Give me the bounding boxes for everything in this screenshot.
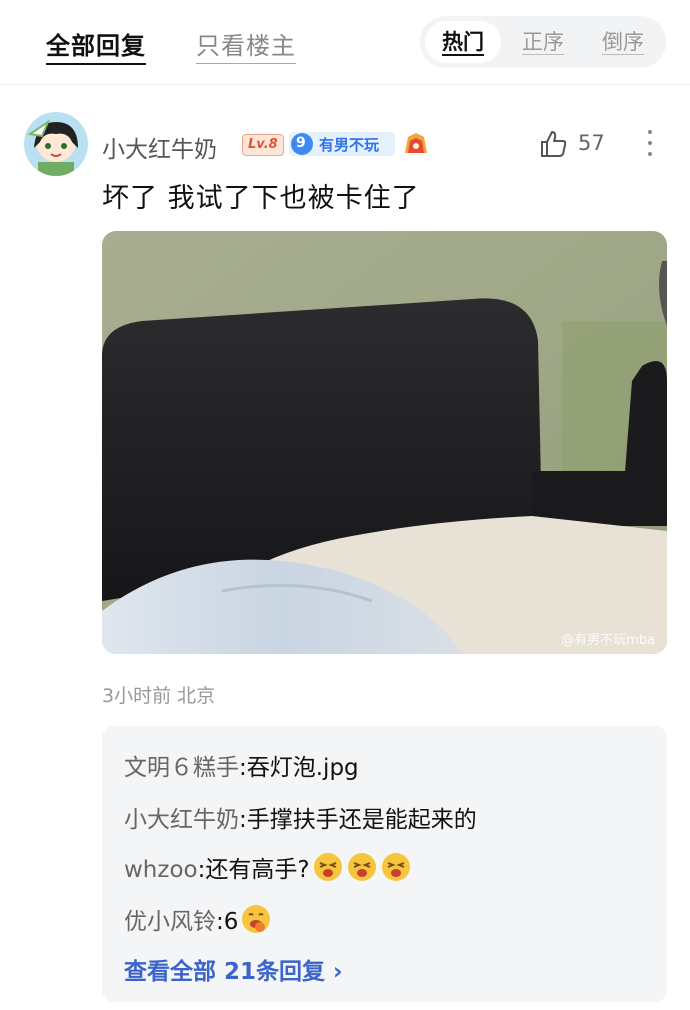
comment-meta: 3小时前 北京 xyxy=(102,681,215,708)
yummy-emoji xyxy=(242,905,271,933)
reply-author[interactable]: 小大红牛奶 xyxy=(124,807,239,833)
reply-item[interactable]: 小大红牛奶:手撑扶手还是能起来的 xyxy=(124,800,477,834)
username[interactable]: 小大红牛奶 xyxy=(102,130,217,164)
like-count: 57 xyxy=(578,131,605,155)
reply-item[interactable]: 优小风铃:6 xyxy=(124,902,272,936)
reply-text: 还有高手? xyxy=(205,857,310,883)
fan-badge[interactable]: 9 有男不玩 xyxy=(289,132,395,156)
reply-text: 吞灯泡.jpg xyxy=(246,755,359,781)
sort-toggle: 热门 正序 倒序 xyxy=(420,16,666,68)
reply-separator: : xyxy=(239,807,247,833)
sort-hot-button[interactable]: 热门 xyxy=(425,21,501,63)
reply-separator: : xyxy=(239,755,247,781)
tab-op-only[interactable]: 只看楼主 xyxy=(196,26,296,64)
reply-author[interactable]: 文明６糕手 xyxy=(124,755,239,781)
more-options-icon[interactable] xyxy=(646,130,654,163)
reply-text: 6 xyxy=(223,909,239,935)
sort-descending-button[interactable]: 倒序 xyxy=(585,21,661,63)
comment-photo[interactable]: @有男不玩mba xyxy=(102,231,667,654)
sort-hot-label: 热门 xyxy=(442,30,484,56)
tab-all-replies[interactable]: 全部回复 xyxy=(46,26,146,65)
sort-ascending-label: 正序 xyxy=(522,30,564,55)
comment-time: 3小时前 xyxy=(102,685,172,707)
comment-location: 北京 xyxy=(177,685,216,707)
reply-item[interactable]: 文明６糕手:吞灯泡.jpg xyxy=(124,748,359,782)
fan-level: 9 xyxy=(296,135,306,151)
sort-descending-label: 倒序 xyxy=(602,30,644,55)
fan-group-name: 有男不玩 xyxy=(319,136,380,154)
level-badge: Lv.8 xyxy=(242,134,284,156)
reply-separator: : xyxy=(216,909,224,935)
view-all-replies-link[interactable]: 查看全部 21条回复 › xyxy=(124,952,343,986)
reply-item[interactable]: whzoo:还有高手? xyxy=(124,850,412,884)
reply-list[interactable]: 文明６糕手:吞灯泡.jpg 小大红牛奶:手撑扶手还是能起来的 whzoo:还有高… xyxy=(102,726,667,1002)
reply-author[interactable]: 优小风铃 xyxy=(124,909,216,935)
photo-watermark: @有男不玩mba xyxy=(561,633,655,648)
avatar[interactable] xyxy=(24,112,88,176)
thumbs-up-icon[interactable] xyxy=(538,129,568,159)
top-tab-bar: 全部回复 只看楼主 热门 正序 倒序 xyxy=(0,0,690,85)
reply-text: 手撑扶手还是能起来的 xyxy=(246,807,477,833)
sort-ascending-button[interactable]: 正序 xyxy=(505,21,581,63)
reply-author[interactable]: whzoo xyxy=(124,857,198,883)
laugh-emoji xyxy=(313,853,342,881)
medal-icon xyxy=(402,131,430,161)
laugh-emoji xyxy=(381,853,410,881)
comment-text: 坏了 我试了下也被卡住了 xyxy=(102,183,420,214)
laugh-emoji xyxy=(347,853,376,881)
